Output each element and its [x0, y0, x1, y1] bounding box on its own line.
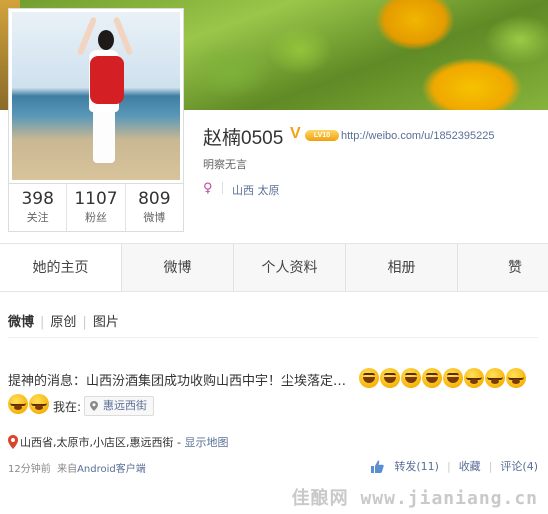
cry-emoji-icon: [506, 368, 526, 388]
address-row: 山西省,太原市,小店区,惠远西街 - 显示地图: [8, 434, 228, 450]
stat-posts[interactable]: 809 微博: [124, 184, 183, 231]
post-time[interactable]: 12分钟前: [8, 464, 51, 475]
profile-stats: 398 关注 1107 粉丝 809 微博: [8, 184, 184, 232]
cry-emoji-icon: [464, 368, 484, 388]
info-divider: [222, 182, 223, 194]
grin-emoji-icon: [359, 368, 379, 388]
stat-followers[interactable]: 1107 粉丝: [66, 184, 124, 231]
divider: [8, 337, 538, 338]
repost-button[interactable]: 转发(11): [394, 458, 439, 474]
profile-location[interactable]: 山西 太原: [232, 182, 280, 198]
source-link[interactable]: Android客户端: [77, 464, 146, 475]
tab-album[interactable]: 相册: [346, 244, 458, 292]
grin-emoji-icon: [443, 368, 463, 388]
address-text: 山西省,太原市,小店区,惠远西街: [20, 436, 174, 449]
feed-filter: 微博 | 原创 | 图片: [8, 311, 119, 330]
thumbs-up-icon[interactable]: [370, 460, 385, 473]
tab-weibo[interactable]: 微博: [122, 244, 234, 292]
stat-following-label: 关注: [26, 211, 49, 224]
address-separator: -: [173, 436, 185, 449]
stat-following[interactable]: 398 关注: [9, 184, 66, 231]
avatar[interactable]: [8, 8, 184, 184]
place-name: 惠远西街: [103, 399, 147, 412]
filter-divider: |: [82, 315, 87, 330]
show-map-link[interactable]: 显示地图: [184, 436, 228, 449]
post-text: 提神的消息：山西汾酒集团成功收购山西中宇！尘埃落定…: [8, 374, 347, 389]
filter-divider: |: [40, 315, 45, 330]
female-icon: ♀: [203, 181, 213, 196]
source-prefix: 来自: [57, 464, 78, 475]
place-tag[interactable]: 惠远西街: [84, 396, 154, 416]
grin-emoji-icon: [401, 368, 421, 388]
filter-all[interactable]: 微博: [8, 311, 34, 330]
cry-emoji-icon: [485, 368, 505, 388]
tab-likes[interactable]: 赞: [458, 244, 548, 292]
cry-emoji-icon: [29, 394, 49, 414]
grin-emoji-icon: [422, 368, 442, 388]
stat-following-count: 398: [21, 189, 54, 209]
profile-url-link[interactable]: http://weibo.com/u/1852395225: [341, 130, 495, 142]
location-pin-icon: [90, 401, 98, 411]
grin-emoji-icon: [380, 368, 400, 388]
emoji-group: [359, 368, 526, 388]
profile-bio: 明察无言: [203, 158, 247, 171]
checkin-label: 我在:: [53, 400, 82, 414]
filter-pictures[interactable]: 图片: [93, 311, 119, 330]
profile-username: 赵楠0505: [203, 128, 284, 149]
tab-home[interactable]: 她的主页: [0, 244, 122, 293]
avatar-photo: [12, 12, 180, 180]
verified-icon[interactable]: V: [290, 125, 301, 143]
action-divider: |: [446, 459, 451, 473]
comment-button[interactable]: 评论(4): [500, 458, 538, 474]
level-badge[interactable]: LV10: [305, 130, 339, 141]
profile-tabs: 她的主页 微博 个人资料 相册 赞: [0, 243, 548, 293]
location-pin-icon: [8, 435, 18, 449]
watermark: 佳酿网 www.jianiang.cn: [291, 488, 538, 509]
stat-followers-count: 1107: [74, 189, 118, 209]
filter-original[interactable]: 原创: [50, 311, 76, 330]
tab-profile-info[interactable]: 个人资料: [234, 244, 346, 292]
cry-emoji-icon: [8, 394, 28, 414]
stat-posts-label: 微博: [143, 211, 166, 224]
favorite-button[interactable]: 收藏: [459, 458, 481, 474]
stat-posts-count: 809: [138, 189, 171, 209]
action-divider: |: [488, 459, 493, 473]
emoji-group: [8, 394, 49, 414]
post-actions: 转发(11) | 收藏 | 评论(4): [370, 458, 538, 474]
stat-followers-label: 粉丝: [84, 211, 107, 224]
post-meta: 12分钟前 来自Android客户端: [8, 460, 146, 475]
